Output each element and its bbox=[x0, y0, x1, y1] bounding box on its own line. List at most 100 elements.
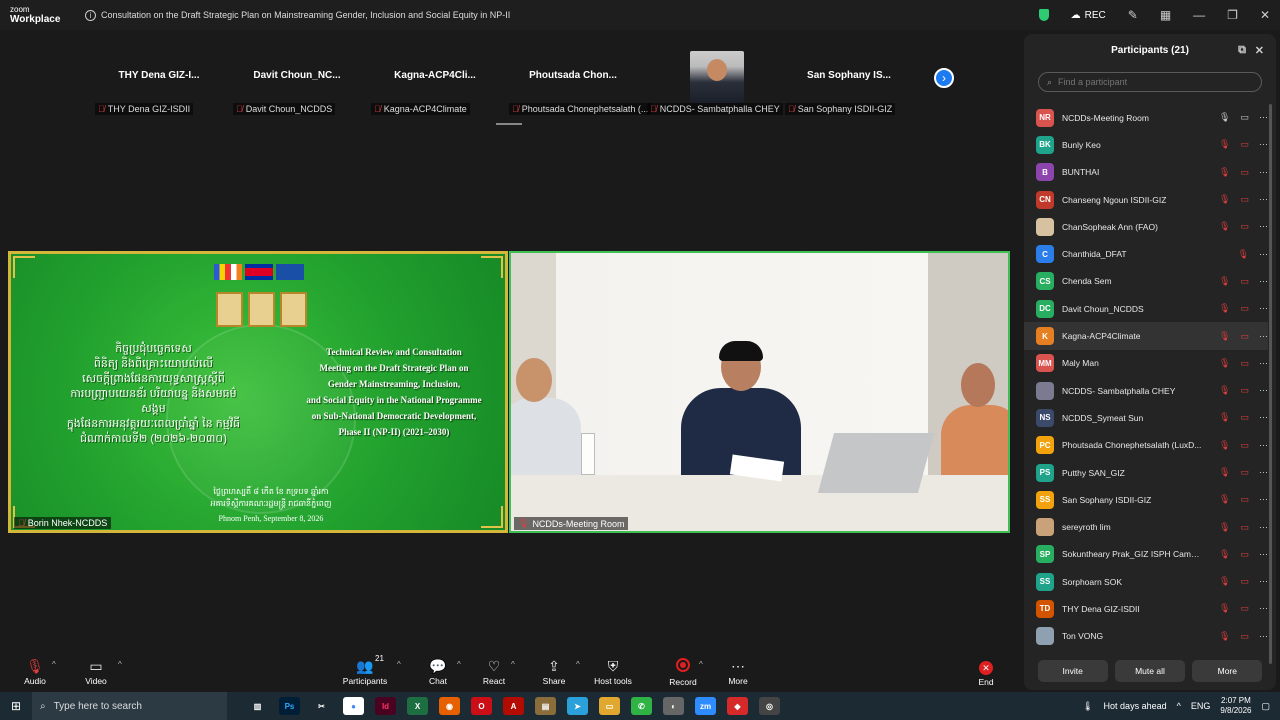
video-button[interactable]: ▭ Video bbox=[66, 658, 126, 686]
more-dots-icon[interactable]: ⋯ bbox=[1259, 631, 1268, 642]
participant-row[interactable]: PS Putthy SAN_GIZ 🎙 ▭ ⋯ bbox=[1024, 459, 1268, 486]
firefox-icon[interactable]: ◉ bbox=[439, 697, 460, 715]
photoshop-icon[interactable]: Ps bbox=[279, 697, 300, 715]
archive-icon[interactable]: ▤ bbox=[535, 697, 556, 715]
mute-all-button[interactable]: Mute all bbox=[1114, 660, 1185, 682]
thumbnail-tile[interactable]: Phoutsada Chon... 🎙̸ Phoutsada Chonephets… bbox=[504, 50, 652, 125]
participant-row[interactable]: MM Maly Man 🎙 ▭ ⋯ bbox=[1024, 350, 1268, 377]
weather-icon[interactable]: 🌡 bbox=[1082, 701, 1093, 712]
participant-row[interactable]: C Chanthida_DFAT 🎙 ⋯ bbox=[1024, 240, 1268, 267]
participant-row[interactable]: CN Chanseng Ngoun ISDII-GIZ 🎙 ▭ ⋯ bbox=[1024, 186, 1268, 213]
participant-row[interactable]: DC Davit Choun_NCDDS 🎙 ▭ ⋯ bbox=[1024, 295, 1268, 322]
search-input[interactable] bbox=[1058, 77, 1249, 87]
minimize-icon[interactable]: — bbox=[1193, 8, 1205, 22]
video-options-caret-icon[interactable]: ^ bbox=[118, 660, 122, 669]
whatsapp-icon[interactable]: ✆ bbox=[631, 697, 652, 715]
participant-video-thumbnail[interactable] bbox=[690, 51, 744, 103]
more-dots-icon[interactable]: ⋯ bbox=[1259, 331, 1268, 342]
info-icon[interactable]: i bbox=[85, 9, 96, 21]
app-icon[interactable]: ◐ bbox=[663, 697, 684, 715]
more-dots-icon[interactable]: ⋯ bbox=[1259, 112, 1268, 123]
more-dots-icon[interactable]: ⋯ bbox=[1259, 522, 1268, 533]
participant-row[interactable]: NCDDS- Sambatphalla CHEY 🎙 ▭ ⋯ bbox=[1024, 377, 1268, 404]
strip-scrollbar[interactable] bbox=[496, 123, 522, 125]
participant-row[interactable]: TD THY Dena GIZ-ISDII 🎙 ▭ ⋯ bbox=[1024, 595, 1268, 622]
more-dots-icon[interactable]: ⋯ bbox=[1259, 139, 1268, 150]
participant-row[interactable]: ChanSopheak Ann (FAO) 🎙 ▭ ⋯ bbox=[1024, 213, 1268, 240]
meeting-info[interactable]: i Consultation on the Draft Strategic Pl… bbox=[85, 9, 510, 21]
record-button[interactable]: Record bbox=[653, 658, 713, 687]
file-explorer-icon[interactable]: ▭ bbox=[599, 697, 620, 715]
acrobat-icon[interactable]: A bbox=[503, 697, 524, 715]
zoom-taskbar-icon[interactable]: zm bbox=[695, 697, 716, 715]
recording-indicator[interactable]: ☁ REC bbox=[1071, 10, 1106, 21]
participant-scrollbar[interactable] bbox=[1269, 104, 1272, 664]
snipping-tool-icon[interactable]: ✂ bbox=[311, 697, 332, 715]
participant-row[interactable]: NR NCDDs-Meeting Room 🎙 ▭ ⋯ bbox=[1024, 104, 1268, 131]
thumbnail-tile[interactable]: San Sophany IS... 🎙̸ San Sophany ISDII-GI… bbox=[780, 50, 918, 125]
more-toolbar-button[interactable]: ⋯ More bbox=[708, 658, 768, 686]
more-dots-icon[interactable]: ⋯ bbox=[1259, 385, 1268, 396]
more-dots-icon[interactable]: ⋯ bbox=[1259, 603, 1268, 614]
participant-row[interactable]: K Kagna-ACP4Climate 🎙 ▭ ⋯ bbox=[1024, 322, 1268, 350]
weather-text[interactable]: Hot days ahead bbox=[1104, 701, 1167, 711]
more-dots-icon[interactable]: ⋯ bbox=[1259, 412, 1268, 423]
participant-row[interactable]: SP Sokuntheary Prak_GIZ ISPH Cambo... 🎙 ▭ ⋯ bbox=[1024, 541, 1268, 568]
windows-start-icon[interactable]: ⊞ bbox=[0, 692, 32, 720]
layout-grid-icon[interactable]: ▦ bbox=[1160, 8, 1171, 22]
participant-row[interactable]: CS Chenda Sem 🎙 ▭ ⋯ bbox=[1024, 268, 1268, 295]
react-button[interactable]: ♡ React bbox=[464, 658, 524, 686]
participant-row[interactable]: sereyroth lim 🎙 ▭ ⋯ bbox=[1024, 513, 1268, 540]
more-dots-icon[interactable]: ⋯ bbox=[1259, 249, 1268, 260]
annotate-icon[interactable]: ✎ bbox=[1128, 8, 1138, 22]
participant-row[interactable]: SS Sorphoarn SOK 🎙 ▭ ⋯ bbox=[1024, 568, 1268, 595]
encryption-shield-icon[interactable] bbox=[1038, 9, 1049, 21]
shared-screen[interactable]: កិច្ចប្រជុំបច្ចេកទេស ពិនិត្យ និងពិគ្រោះយ… bbox=[8, 251, 508, 533]
host-tools-button[interactable]: ⛨ Host tools bbox=[583, 658, 643, 686]
react-caret-icon[interactable]: ^ bbox=[511, 660, 515, 669]
thumbnail-tile[interactable]: THY Dena GIZ-I... 🎙̸ THY Dena GIZ-ISDII bbox=[90, 50, 228, 125]
next-page-button[interactable]: › bbox=[934, 68, 954, 88]
more-dots-icon[interactable]: ⋯ bbox=[1259, 358, 1268, 369]
telegram-icon[interactable]: ➤ bbox=[567, 697, 588, 715]
participant-row[interactable]: Ton VONG 🎙 ▭ ⋯ bbox=[1024, 623, 1268, 650]
participant-row[interactable]: SS San Sophany ISDII-GIZ 🎙 ▭ ⋯ bbox=[1024, 486, 1268, 513]
close-panel-icon[interactable]: ✕ bbox=[1255, 44, 1264, 57]
clock[interactable]: 2:07 PM 9/8/2026 bbox=[1220, 696, 1251, 716]
excel-icon[interactable]: X bbox=[407, 697, 428, 715]
audio-button[interactable]: 🎙 Audio bbox=[5, 658, 65, 686]
active-speaker-video[interactable]: 🎙 NCDDs-Meeting Room bbox=[509, 251, 1010, 533]
language-indicator[interactable]: ENG bbox=[1191, 701, 1211, 711]
more-dots-icon[interactable]: ⋯ bbox=[1259, 194, 1268, 205]
participant-row[interactable]: B BUNTHAI 🎙 ▭ ⋯ bbox=[1024, 159, 1268, 186]
chrome-icon[interactable]: ● bbox=[343, 697, 364, 715]
share-caret-icon[interactable]: ^ bbox=[576, 660, 580, 669]
indesign-icon[interactable]: Id bbox=[375, 697, 396, 715]
participant-row[interactable]: BK Bunly Keo 🎙 ▭ ⋯ bbox=[1024, 131, 1268, 158]
thumbnail-tile[interactable]: Davit Choun_NC... 🎙̸ Davit Choun_NCDDS bbox=[228, 50, 366, 125]
notification-icon[interactable]: ▢ bbox=[1261, 701, 1270, 712]
popout-icon[interactable]: ⧉ bbox=[1238, 44, 1246, 57]
taskbar-search[interactable]: ⌕ Type here to search bbox=[32, 692, 227, 720]
close-icon[interactable]: ✕ bbox=[1260, 8, 1270, 22]
participants-button[interactable]: 👥 Participants bbox=[335, 658, 395, 686]
more-dots-icon[interactable]: ⋯ bbox=[1259, 303, 1268, 314]
invite-button[interactable]: Invite bbox=[1037, 660, 1108, 682]
participants-caret-icon[interactable]: ^ bbox=[397, 660, 401, 669]
more-dots-icon[interactable]: ⋯ bbox=[1259, 276, 1268, 287]
app2-icon[interactable]: ◎ bbox=[759, 697, 780, 715]
participant-row[interactable]: NS NCDDS_Symeat Sun 🎙 ▭ ⋯ bbox=[1024, 404, 1268, 431]
more-dots-icon[interactable]: ⋯ bbox=[1259, 576, 1268, 587]
more-dots-icon[interactable]: ⋯ bbox=[1259, 167, 1268, 178]
task-view-icon[interactable]: ▥ bbox=[247, 697, 268, 715]
thumbnail-tile[interactable]: Kagna-ACP4Cli... 🎙̸ Kagna-ACP4Climate bbox=[366, 50, 504, 125]
participant-search[interactable]: ⌕ bbox=[1038, 72, 1262, 92]
more-dots-icon[interactable]: ⋯ bbox=[1259, 440, 1268, 451]
maximize-icon[interactable]: ❐ bbox=[1227, 8, 1238, 22]
end-button[interactable]: ✕ End bbox=[956, 658, 1016, 687]
more-dots-icon[interactable]: ⋯ bbox=[1259, 221, 1268, 232]
tray-expand-icon[interactable]: ^ bbox=[1177, 701, 1181, 711]
media-icon[interactable]: ◆ bbox=[727, 697, 748, 715]
chat-caret-icon[interactable]: ^ bbox=[457, 660, 461, 669]
share-button[interactable]: ⇪ Share bbox=[524, 658, 584, 686]
